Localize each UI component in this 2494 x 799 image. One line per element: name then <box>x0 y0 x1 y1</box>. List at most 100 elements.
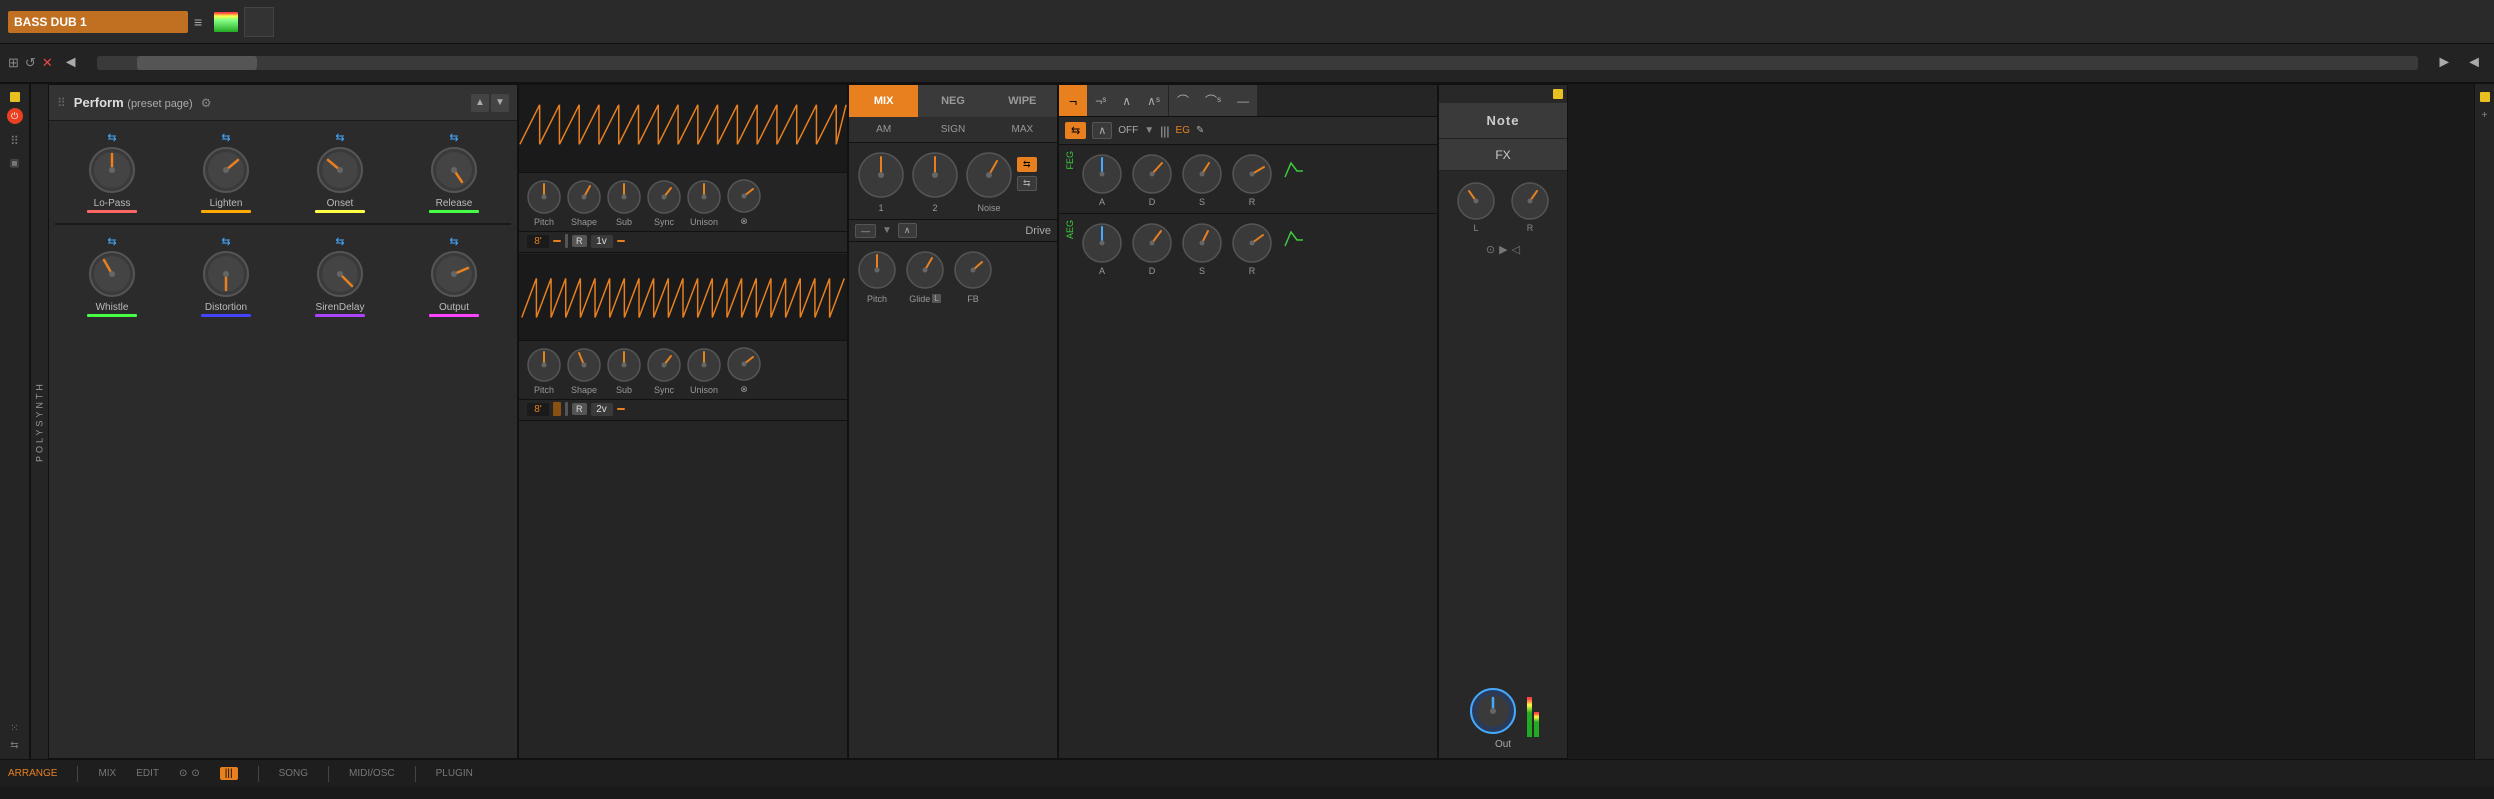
mixer-pitch-knob[interactable] <box>855 248 899 292</box>
pattern-indicator[interactable]: ||| <box>220 767 238 780</box>
add-channel-button[interactable]: + <box>2482 110 2488 121</box>
next-button[interactable]: ► <box>2432 52 2456 74</box>
wave-shape-5-button[interactable]: ⌒ <box>1169 85 1197 116</box>
power-button[interactable]: ⏻ <box>7 108 23 124</box>
aeg-r-knob[interactable] <box>1229 220 1275 266</box>
wave-shape-1-button[interactable]: ¬ <box>1059 85 1087 116</box>
layer-icon[interactable]: ▣ <box>10 158 19 169</box>
aeg-d-knob[interactable] <box>1129 220 1175 266</box>
r-knob[interactable] <box>1508 179 1552 223</box>
scroll-thumb[interactable] <box>137 56 257 70</box>
neg-button[interactable]: NEG <box>918 85 987 117</box>
osc1-shape-val[interactable] <box>553 240 561 242</box>
mixer-fb-knob[interactable] <box>951 248 995 292</box>
osc2-unison-knob[interactable] <box>685 346 723 384</box>
mixer-glide-knob[interactable] <box>903 248 947 292</box>
grid-icon[interactable]: ⊞ <box>8 55 19 71</box>
mix-tab[interactable]: MIX <box>98 768 116 779</box>
output-knob[interactable] <box>428 248 480 300</box>
osc2-line-val[interactable] <box>617 408 625 410</box>
osc2-detune-knob[interactable] <box>725 345 763 383</box>
release-knob[interactable] <box>428 144 480 196</box>
osc1-detune-knob[interactable] <box>725 177 763 215</box>
onset-knob[interactable] <box>314 144 366 196</box>
osc1-unison-val[interactable]: 1v <box>591 235 613 248</box>
max-button[interactable]: MAX <box>988 117 1057 142</box>
up-arrow-button[interactable]: ▲ <box>471 94 489 112</box>
osc1-line-val[interactable] <box>617 240 625 242</box>
feg-d-knob[interactable] <box>1129 151 1175 197</box>
osc1-sub-knob[interactable] <box>605 178 643 216</box>
lfo-mod-button[interactable]: ∧ <box>898 223 917 238</box>
osc1-unison-knob[interactable] <box>685 178 723 216</box>
swap-icon[interactable]: ⇆ <box>10 740 18 751</box>
wipe-button[interactable]: WIPE <box>988 85 1057 117</box>
speaker-icon[interactable]: ◁ <box>1512 243 1520 256</box>
fx-button[interactable]: FX <box>1439 139 1567 171</box>
lighten-knob[interactable] <box>200 144 252 196</box>
distortion-knob[interactable] <box>200 248 252 300</box>
osc1-sync-knob[interactable] <box>645 178 683 216</box>
mixer-knob2[interactable] <box>909 149 961 201</box>
sirendelay-knob[interactable] <box>314 248 366 300</box>
lopass-knob[interactable] <box>86 144 138 196</box>
filter-edit-icon[interactable]: ✎ <box>1196 125 1204 136</box>
mixer-knob1[interactable] <box>855 149 907 201</box>
filter-off-label[interactable]: OFF <box>1118 125 1138 136</box>
wave-shape-7-button[interactable]: — <box>1229 85 1257 116</box>
osc2-sub-knob[interactable] <box>605 346 643 384</box>
down-arrow-button[interactable]: ▼ <box>491 94 509 112</box>
wave-shape-4-button[interactable]: ∧ˢ <box>1139 85 1168 116</box>
pin-icon[interactable]: ⊙ <box>1486 243 1495 256</box>
osc2-shape-val[interactable] <box>553 402 561 416</box>
osc1-octave-val[interactable]: 8' <box>527 235 549 248</box>
track-name[interactable]: BASS DUB 1 <box>8 11 188 33</box>
header-drag[interactable]: ⠿ <box>57 96 66 110</box>
feg-a-knob[interactable] <box>1079 151 1125 197</box>
song-tab[interactable]: SONG <box>279 768 308 779</box>
filter-pan-toggle[interactable]: ⇆ <box>1065 122 1086 139</box>
aeg-a-knob[interactable] <box>1079 220 1125 266</box>
wave-shape-6-button[interactable]: ⌒ˢ <box>1197 85 1229 116</box>
wave-shape-2-button[interactable]: ¬ˢ <box>1087 85 1114 116</box>
filter-eg-label[interactable]: EG <box>1176 125 1190 136</box>
mix-button[interactable]: MIX <box>849 85 918 117</box>
link-toggle[interactable]: ⇆ <box>1017 176 1037 191</box>
wave-shape-3-button[interactable]: ∧ <box>1114 85 1139 116</box>
env-dropdown-icon[interactable]: ▼ <box>882 225 892 236</box>
feg-s-knob[interactable] <box>1179 151 1225 197</box>
plugin-tab[interactable]: PLUGIN <box>436 768 473 779</box>
loop-icon[interactable]: ↺ <box>25 55 36 71</box>
legato-badge[interactable]: L <box>932 294 940 303</box>
io-icon-2[interactable]: ⊙ <box>191 768 199 779</box>
close-icon[interactable]: ✕ <box>42 55 53 71</box>
osc2-unison-val[interactable]: 2v <box>591 403 613 416</box>
drag-handle[interactable]: ⠿ <box>10 134 19 148</box>
arrange-tab[interactable]: ARRANGE <box>8 768 57 779</box>
play-icon[interactable]: ▶ <box>1499 243 1507 256</box>
pan-toggle[interactable]: ⇆ <box>1017 157 1037 172</box>
aeg-s-knob[interactable] <box>1179 220 1225 266</box>
note-button[interactable]: Note <box>1439 103 1567 139</box>
prev-button[interactable]: ◄ <box>59 52 83 74</box>
edit-tab[interactable]: EDIT <box>136 768 159 779</box>
l-knob[interactable] <box>1454 179 1498 223</box>
list-icon[interactable]: ≡ <box>194 14 202 30</box>
feg-r-knob[interactable] <box>1229 151 1275 197</box>
osc2-sync-val[interactable]: R <box>572 403 587 415</box>
osc2-octave-val[interactable]: 8' <box>527 403 549 416</box>
filter-lfo-toggle[interactable]: ∧ <box>1092 122 1112 139</box>
io-icon-1[interactable]: ⊙ <box>179 768 187 779</box>
osc1-sync-val[interactable]: R <box>572 235 587 247</box>
sign-button[interactable]: SIGN <box>918 117 987 142</box>
midi-tab[interactable]: MIDI/OSC <box>349 768 395 779</box>
filter-bars-icon[interactable]: ||| <box>1160 124 1169 138</box>
osc1-pitch-knob[interactable] <box>525 178 563 216</box>
page-icon[interactable]: ⁙ <box>10 723 18 734</box>
settings-icon[interactable]: ⚙ <box>201 96 212 110</box>
osc2-pitch-knob[interactable] <box>525 346 563 384</box>
osc2-sync-knob[interactable] <box>645 346 683 384</box>
out-knob[interactable] <box>1467 685 1519 737</box>
filter-off-dropdown[interactable]: ▼ <box>1144 125 1154 136</box>
osc1-shape-knob[interactable] <box>565 178 603 216</box>
